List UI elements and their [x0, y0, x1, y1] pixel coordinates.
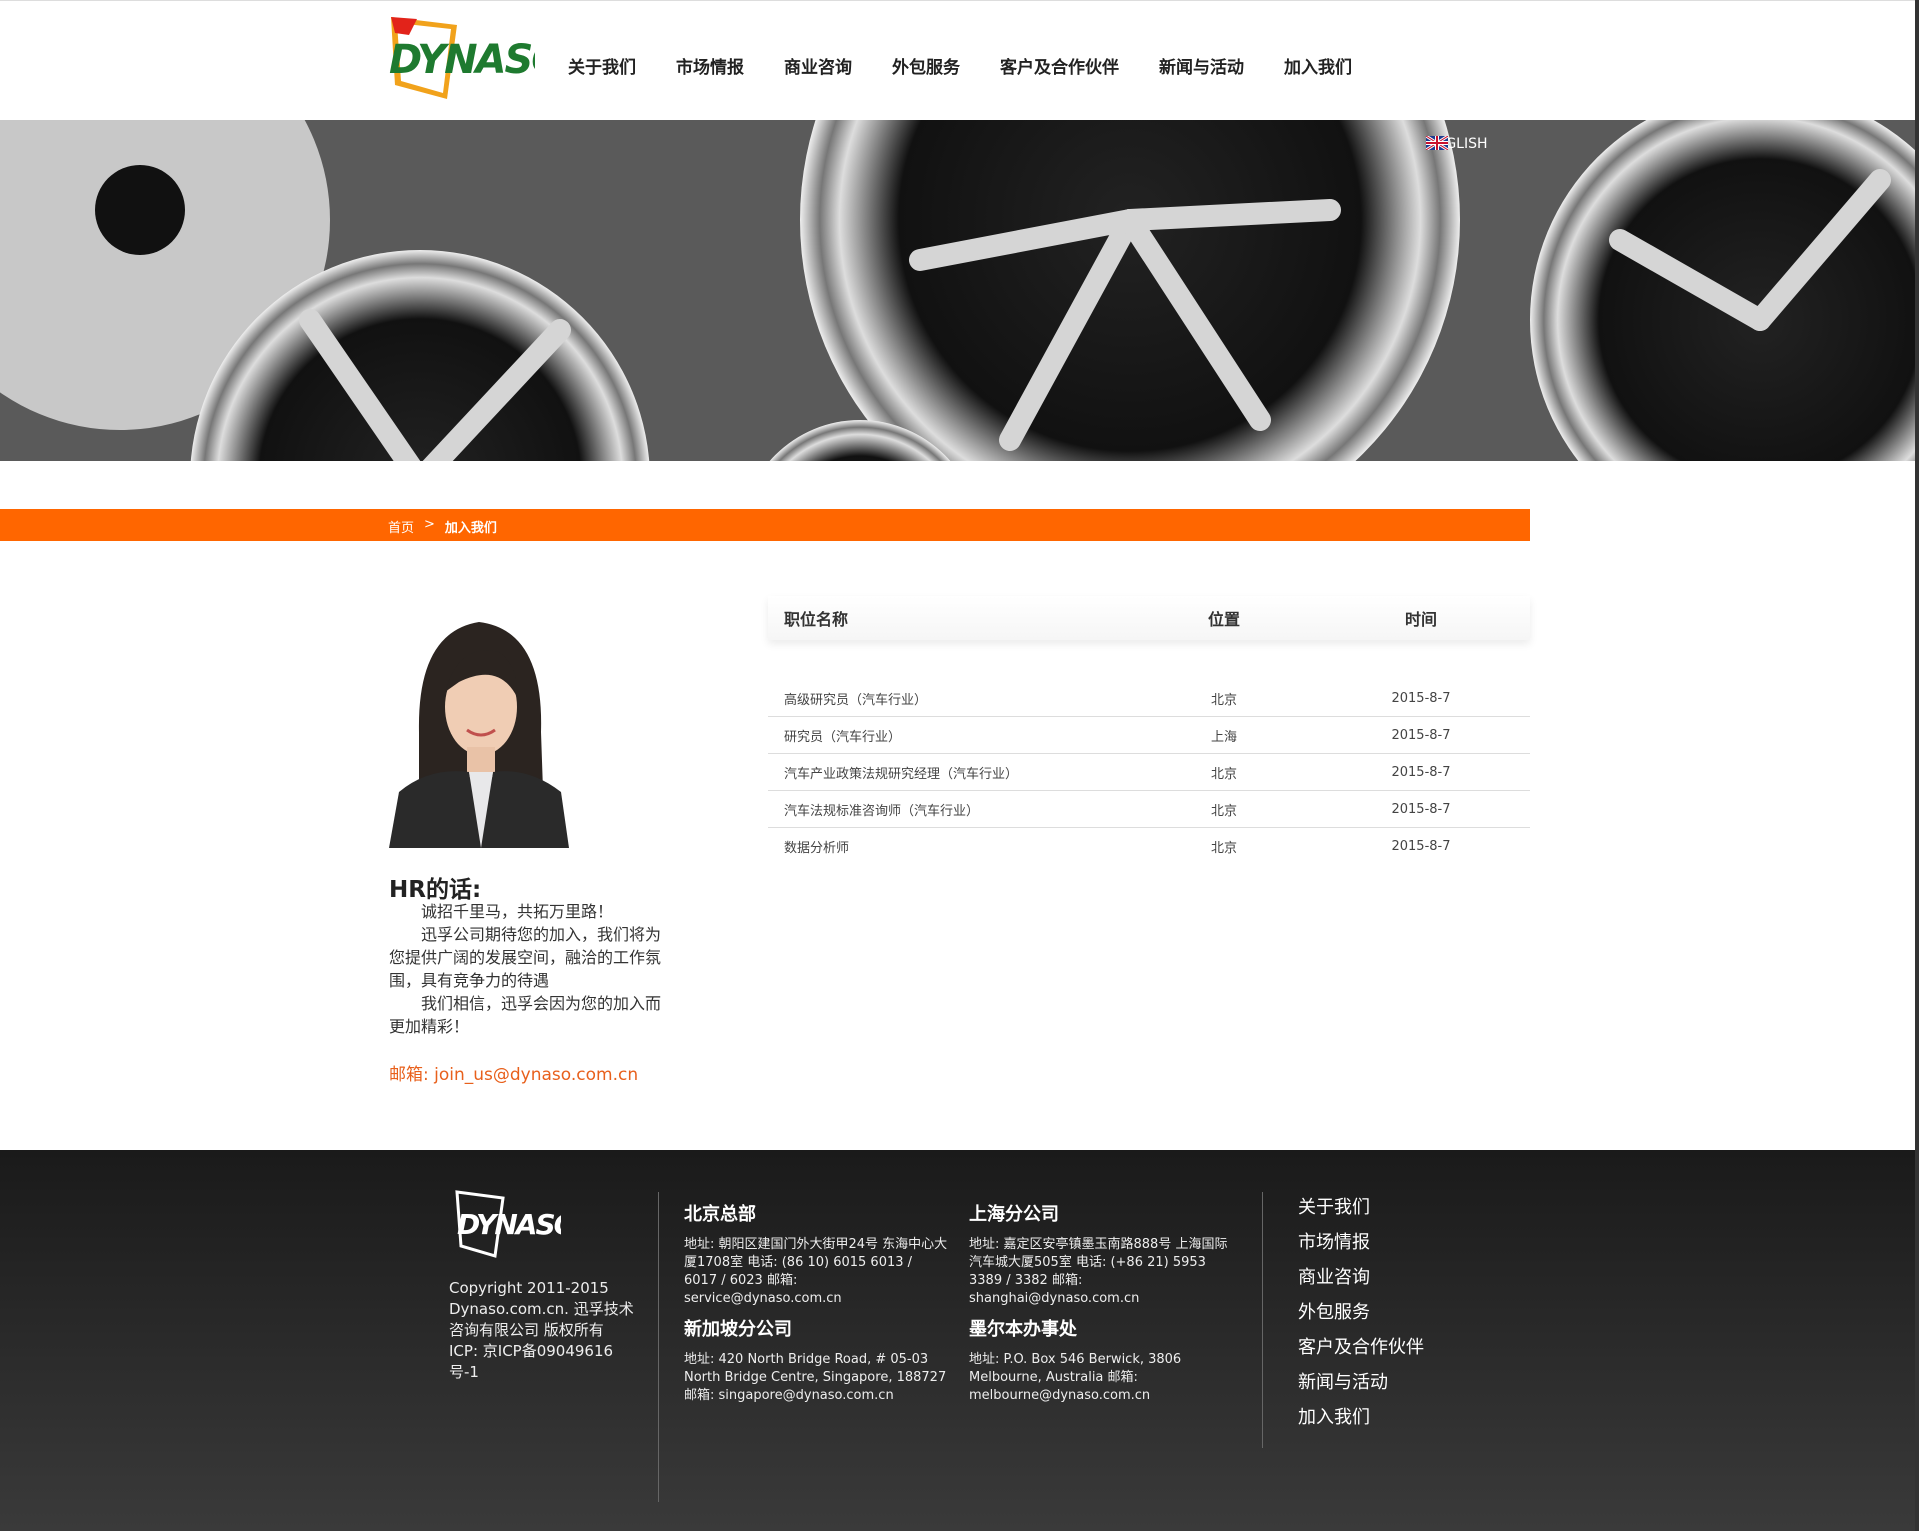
job-date: 2015-8-7	[1391, 838, 1451, 854]
office-name: 新加坡分公司	[684, 1319, 792, 1340]
banner-image: ENGLISH	[0, 120, 1915, 461]
footer-link-outsourcing[interactable]: 外包服务	[1298, 1301, 1424, 1324]
job-table-body: 高级研究员（汽车行业） 北京 2015-8-7 研究员（汽车行业） 上海 201…	[768, 680, 1530, 864]
table-row[interactable]: 数据分析师 北京 2015-8-7	[768, 828, 1530, 864]
hr-portrait	[389, 612, 569, 848]
footer-logo[interactable]: DYNASO	[455, 1190, 561, 1258]
job-title[interactable]: 汽车法规标准咨询师（汽车行业）	[768, 800, 1136, 819]
job-location: 北京	[1210, 803, 1237, 819]
footer-link-about[interactable]: 关于我们	[1298, 1196, 1424, 1219]
footer-nav: 关于我们 市场情报 商业咨询 外包服务 客户及合作伙伴 新闻与活动 加入我们	[1298, 1196, 1424, 1441]
footer-link-market-intel[interactable]: 市场情报	[1298, 1231, 1424, 1254]
hr-email-link[interactable]: join_us@dynaso.com.cn	[434, 1065, 638, 1085]
hr-title: HR的话:	[389, 877, 482, 903]
page-scrollbar[interactable]	[1915, 0, 1919, 1531]
hr-paragraph: 我们相信，迅孚会因为您的加入而更加精彩！	[389, 994, 662, 1036]
table-row[interactable]: 汽车产业政策法规研究经理（汽车行业） 北京 2015-8-7	[768, 754, 1530, 791]
breadcrumb-bar: 首页 > 加入我们	[0, 509, 1530, 541]
office-melbourne: 墨尔本办事处 地址: P.O. Box 546 Berwick, 3806 Me…	[969, 1315, 1234, 1405]
table-row[interactable]: 高级研究员（汽车行业） 北京 2015-8-7	[768, 680, 1530, 717]
nav-join[interactable]: 加入我们	[1284, 53, 1352, 78]
office-shanghai: 上海分公司 地址: 嘉定区安亭镇墨玉南路888号 上海国际汽车城大厦505室 电…	[969, 1200, 1234, 1308]
job-title[interactable]: 研究员（汽车行业）	[768, 726, 1136, 745]
footer-link-consulting[interactable]: 商业咨询	[1298, 1266, 1424, 1289]
breadcrumb-separator: >	[424, 517, 435, 532]
hr-message: 诚招千里马，共拓万里路！ 迅孚公司期待您的加入，我们将为您提供广阔的发展空间，融…	[389, 900, 665, 1038]
office-name: 墨尔本办事处	[969, 1319, 1077, 1340]
wheels-image	[0, 120, 1915, 461]
job-table: 职位名称 位置 时间 高级研究员（汽车行业） 北京 2015-8-7 研究员（汽…	[768, 596, 1530, 864]
job-date: 2015-8-7	[1391, 764, 1451, 780]
hr-paragraph: 迅孚公司期待您的加入，我们将为您提供广阔的发展空间，融洽的工作氛围，具有竞争力的…	[389, 925, 662, 990]
office-beijing: 北京总部 地址: 朝阳区建国门外大街甲24号 东海中心大厦1708室 电话: (…	[684, 1200, 949, 1308]
breadcrumb-current: 加入我们	[444, 521, 497, 536]
nav-about[interactable]: 关于我们	[568, 53, 636, 78]
hr-email: 邮箱: join_us@dynaso.com.cn	[389, 1060, 638, 1085]
breadcrumb: 首页 > 加入我们	[388, 517, 497, 536]
language-switch[interactable]: ENGLISH	[1426, 136, 1488, 152]
table-row[interactable]: 研究员（汽车行业） 上海 2015-8-7	[768, 717, 1530, 754]
nav-consulting[interactable]: 商业咨询	[784, 53, 852, 78]
footer-divider	[1262, 1192, 1263, 1448]
site-header: DYNASO 关于我们 市场情报 商业咨询 外包服务 客户及合作伙伴 新闻与活动…	[0, 0, 1919, 120]
site-footer: DYNASO Copyright 2011-2015 Dynaso.com.cn…	[0, 1150, 1919, 1531]
office-details: 地址: P.O. Box 546 Berwick, 3806 Melbourne…	[969, 1352, 1182, 1403]
office-details: 地址: 420 North Bridge Road, # 05-03 North…	[684, 1352, 947, 1403]
job-date: 2015-8-7	[1391, 690, 1451, 706]
footer-divider	[658, 1192, 659, 1502]
nav-market-intel[interactable]: 市场情报	[676, 53, 744, 78]
nav-outsourcing[interactable]: 外包服务	[892, 53, 960, 78]
nav-news[interactable]: 新闻与活动	[1159, 53, 1244, 78]
footer-link-clients[interactable]: 客户及合作伙伴	[1298, 1336, 1424, 1359]
footer-link-join[interactable]: 加入我们	[1298, 1406, 1424, 1429]
header-location: 位置	[1207, 610, 1240, 629]
footer-link-news[interactable]: 新闻与活动	[1298, 1371, 1424, 1394]
office-singapore: 新加坡分公司 地址: 420 North Bridge Road, # 05-0…	[684, 1315, 949, 1405]
job-location: 北京	[1210, 692, 1237, 708]
main-nav: 关于我们 市场情报 商业咨询 外包服务 客户及合作伙伴 新闻与活动 加入我们	[568, 53, 1392, 78]
office-details: 地址: 嘉定区安亭镇墨玉南路888号 上海国际汽车城大厦505室 电话: (+8…	[969, 1237, 1228, 1306]
job-table-header: 职位名称 位置 时间	[768, 596, 1530, 640]
job-title[interactable]: 汽车产业政策法规研究经理（汽车行业）	[768, 763, 1136, 782]
header-title: 职位名称	[784, 610, 849, 629]
job-title[interactable]: 数据分析师	[768, 837, 1136, 856]
footer-copyright: Copyright 2011-2015 Dynaso.com.cn. 迅孚技术咨…	[449, 1279, 634, 1381]
breadcrumb-home[interactable]: 首页	[388, 517, 414, 536]
svg-text:DYNASO: DYNASO	[389, 37, 535, 83]
job-date: 2015-8-7	[1391, 727, 1451, 743]
dynaso-logo[interactable]: DYNASO	[387, 15, 535, 101]
office-details: 地址: 朝阳区建国门外大街甲24号 东海中心大厦1708室 电话: (86 10…	[684, 1237, 948, 1306]
nav-clients[interactable]: 客户及合作伙伴	[1000, 53, 1119, 78]
uk-flag-icon	[1426, 136, 1448, 150]
job-location: 北京	[1210, 766, 1237, 782]
office-name: 北京总部	[684, 1204, 756, 1225]
job-title[interactable]: 高级研究员（汽车行业）	[768, 689, 1136, 708]
table-row[interactable]: 汽车法规标准咨询师（汽车行业） 北京 2015-8-7	[768, 791, 1530, 828]
svg-text:DYNASO: DYNASO	[457, 1208, 561, 1241]
hr-email-label: 邮箱:	[389, 1065, 435, 1085]
header-date: 时间	[1404, 610, 1437, 629]
hr-paragraph: 诚招千里马，共拓万里路！	[421, 902, 614, 921]
job-date: 2015-8-7	[1391, 801, 1451, 817]
job-location: 北京	[1210, 840, 1237, 856]
job-location: 上海	[1210, 729, 1237, 745]
office-name: 上海分公司	[969, 1204, 1059, 1225]
